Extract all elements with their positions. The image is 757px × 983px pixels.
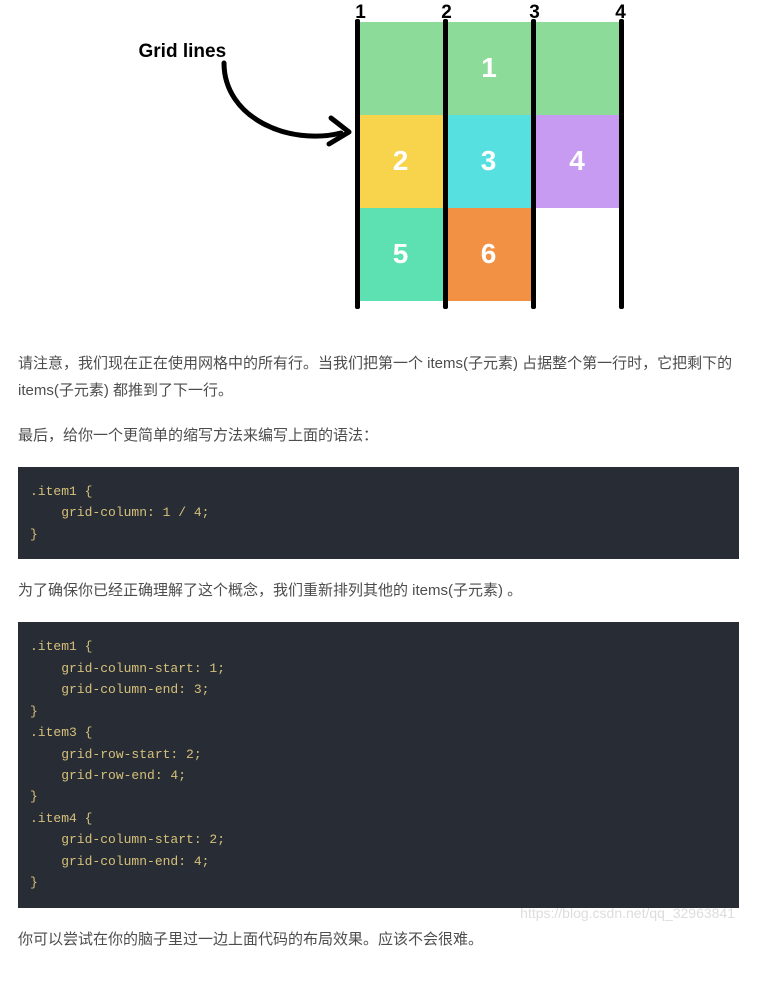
grid-lines-diagram: Grid lines 1 2 3 4 654321 xyxy=(18,0,739,310)
code-block: .item1 { grid-column: 1 / 4; } xyxy=(18,467,739,559)
paragraph: 请注意，我们现在正在使用网格中的所有行。当我们把第一个 items(子元素) 占… xyxy=(18,350,739,404)
arrow-icon xyxy=(219,58,354,153)
grid-line xyxy=(443,19,448,309)
paragraph: 你可以尝试在你的脑子里过一边上面代码的布局效果。应该不会很难。 xyxy=(18,926,739,953)
grid-cell-4: 4 xyxy=(533,115,622,208)
grid-line xyxy=(355,19,360,309)
paragraph: 最后，给你一个更简单的缩写方法来编写上面的语法： xyxy=(18,422,739,449)
grid-cell-2: 2 xyxy=(357,115,445,208)
grid-line xyxy=(619,19,624,309)
grid-line xyxy=(531,19,536,309)
grid-area: 654321 xyxy=(357,22,622,304)
grid-cell-6: 6 xyxy=(445,208,533,301)
code-block: .item1 { grid-column-start: 1; grid-colu… xyxy=(18,622,739,907)
grid-cell-5: 5 xyxy=(357,208,445,301)
grid-cell-3: 3 xyxy=(445,115,533,208)
grid-cell-1: 1 xyxy=(357,22,622,115)
paragraph: 为了确保你已经正确理解了这个概念，我们重新排列其他的 items(子元素) 。 xyxy=(18,577,739,604)
grid-lines-label: Grid lines xyxy=(139,35,227,69)
